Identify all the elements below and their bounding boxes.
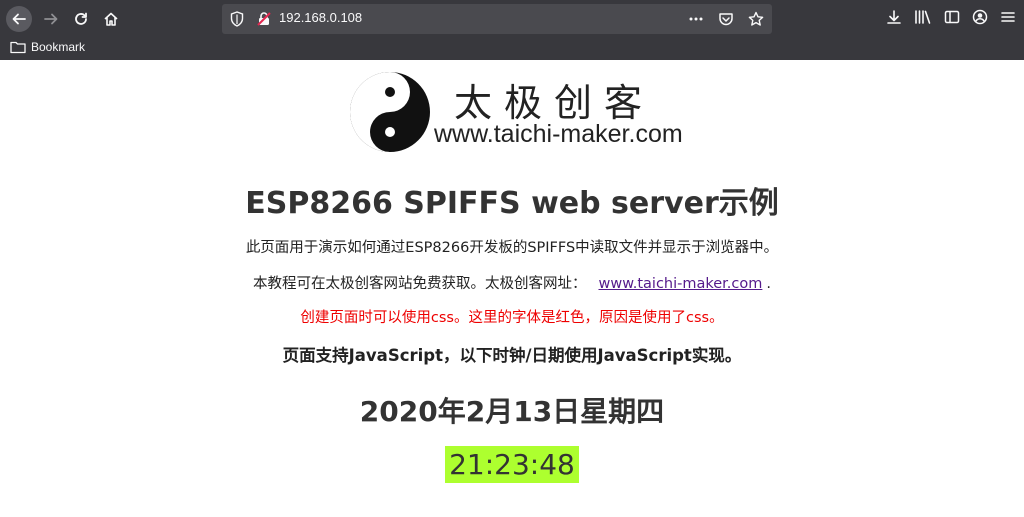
- url-bar[interactable]: 192.168.0.108: [222, 4, 772, 34]
- bookmark-folder[interactable]: Bookmark: [10, 40, 85, 54]
- library-icon[interactable]: [914, 9, 932, 25]
- url-text[interactable]: 192.168.0.108: [279, 10, 362, 25]
- reload-icon: [75, 12, 87, 25]
- star-icon[interactable]: [748, 11, 764, 27]
- reload-button[interactable]: [68, 6, 94, 32]
- javascript-note: 页面支持JavaScript，以下时钟/日期使用JavaScript实现。: [282, 346, 742, 365]
- bookmark-label[interactable]: Bookmark: [31, 40, 85, 54]
- home-icon: [104, 12, 118, 26]
- pocket-icon[interactable]: [718, 11, 734, 27]
- css-note: 创建页面时可以使用css。这里的字体是红色，原因是使用了css。: [300, 310, 724, 326]
- clock-container: 21:23:48: [0, 446, 1024, 483]
- page-title: ESP8266 SPIFFS web server示例: [245, 186, 779, 221]
- browser-chrome: 192.168.0.108 Bookmark: [0, 0, 1024, 60]
- download-icon[interactable]: [886, 9, 902, 25]
- browser-toolbar: 192.168.0.108: [0, 0, 1024, 38]
- yin-yang-icon: [350, 72, 430, 152]
- more-icon[interactable]: [688, 11, 704, 27]
- back-button[interactable]: [6, 6, 32, 32]
- insecure-lock-icon[interactable]: [256, 11, 272, 27]
- page-content: 太极创客 www.taichi-maker.com ESP8266 SPIFFS…: [0, 60, 1024, 517]
- folder-icon: [10, 41, 26, 54]
- logo-website: www.taichi-maker.com: [434, 120, 683, 148]
- source-line: 本教程可在太极创客网站免费获取。太极创客网址： www.taichi-maker.…: [0, 272, 1024, 293]
- menu-icon[interactable]: [1000, 9, 1016, 25]
- source-text: 本教程可在太极创客网站免费获取。太极创客网址：: [252, 276, 587, 292]
- source-suffix: .: [766, 276, 771, 292]
- forward-icon: [44, 13, 58, 25]
- sidebar-icon[interactable]: [944, 9, 960, 25]
- shield-icon[interactable]: [230, 11, 244, 27]
- back-icon: [12, 13, 26, 25]
- account-icon[interactable]: [972, 9, 988, 25]
- website-link[interactable]: www.taichi-maker.com: [598, 276, 762, 292]
- clock-display: 21:23:48: [445, 446, 579, 483]
- page-description: 此页面用于演示如何通过ESP8266开发板的SPIFFS中读取文件并显示于浏览器…: [245, 240, 779, 256]
- date-display: 2020年2月13日星期四: [359, 395, 665, 428]
- logo-chinese-name: 太极创客: [454, 81, 655, 125]
- taichi-maker-logo: 太极创客 www.taichi-maker.com: [346, 68, 696, 154]
- bookmarks-toolbar: Bookmark: [0, 38, 1024, 60]
- forward-button[interactable]: [38, 6, 64, 32]
- home-button[interactable]: [98, 6, 124, 32]
